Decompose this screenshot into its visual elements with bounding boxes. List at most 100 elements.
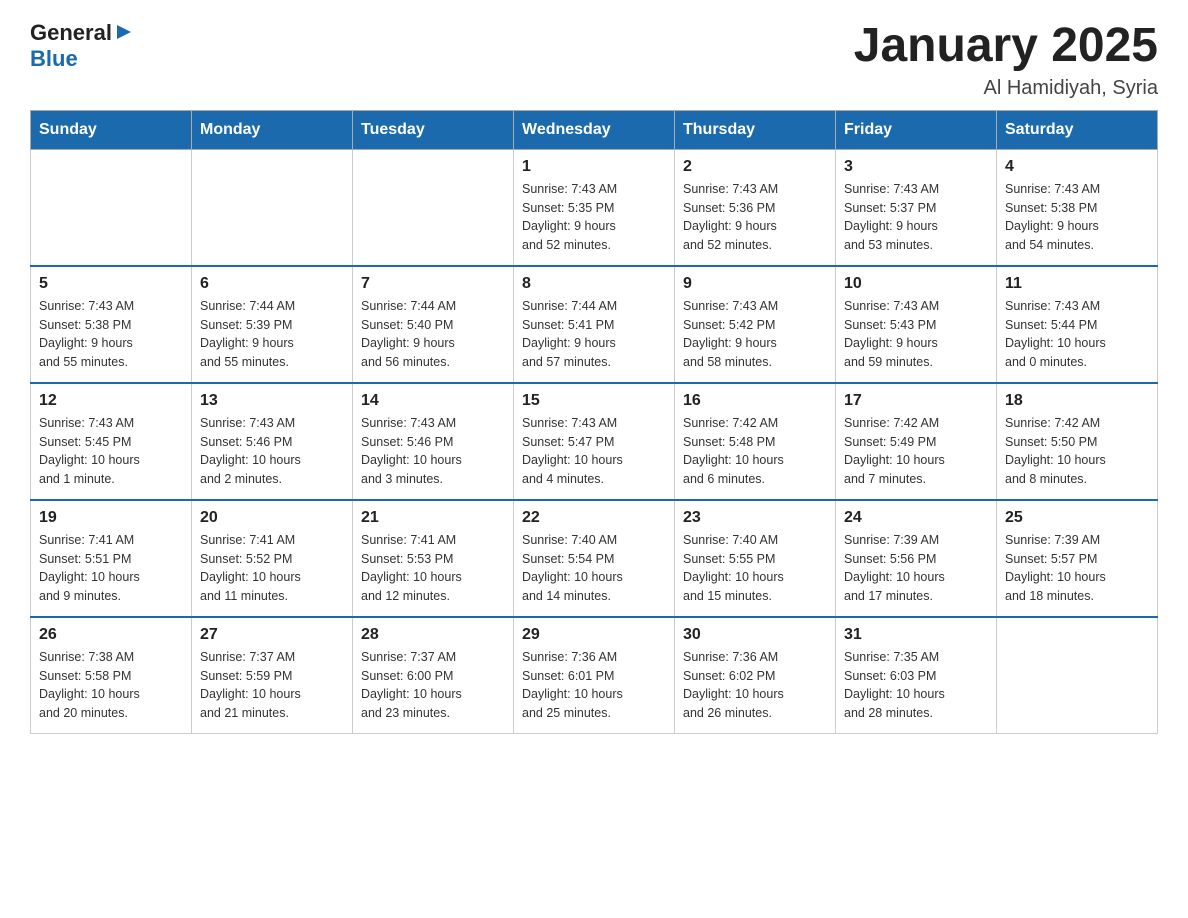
calendar-cell: 6 Sunrise: 7:44 AM Sunset: 5:39 PM Daylig…	[192, 266, 353, 383]
calendar-cell: 25 Sunrise: 7:39 AM Sunset: 5:57 PM Dayli…	[997, 500, 1158, 617]
calendar-cell: 27 Sunrise: 7:37 AM Sunset: 5:59 PM Dayli…	[192, 617, 353, 734]
day-info: Sunrise: 7:43 AM Sunset: 5:44 PM Dayligh…	[1005, 297, 1149, 372]
day-number: 22	[522, 509, 666, 527]
location-subtitle: Al Hamidiyah, Syria	[854, 77, 1158, 100]
day-number: 17	[844, 392, 988, 410]
calendar-table: SundayMondayTuesdayWednesdayThursdayFrid…	[30, 110, 1158, 734]
day-info: Sunrise: 7:40 AM Sunset: 5:54 PM Dayligh…	[522, 531, 666, 606]
calendar-cell: 10 Sunrise: 7:43 AM Sunset: 5:43 PM Dayli…	[836, 266, 997, 383]
calendar-cell: 5Sunrise: 7:43 AM Sunset: 5:38 PM Daylig…	[31, 266, 192, 383]
day-number: 9	[683, 275, 827, 293]
calendar-cell: 11 Sunrise: 7:43 AM Sunset: 5:44 PM Dayli…	[997, 266, 1158, 383]
day-number: 16	[683, 392, 827, 410]
day-info: Sunrise: 7:41 AM Sunset: 5:51 PM Dayligh…	[39, 531, 183, 606]
calendar-cell: 21Sunrise: 7:41 AM Sunset: 5:53 PM Dayli…	[353, 500, 514, 617]
day-info: Sunrise: 7:42 AM Sunset: 5:50 PM Dayligh…	[1005, 414, 1149, 489]
calendar-week-row: 12 Sunrise: 7:43 AM Sunset: 5:45 PM Dayli…	[31, 383, 1158, 500]
calendar-week-row: 26 Sunrise: 7:38 AM Sunset: 5:58 PM Dayli…	[31, 617, 1158, 734]
day-number: 14	[361, 392, 505, 410]
day-of-week-header: Tuesday	[353, 110, 514, 149]
day-number: 25	[1005, 509, 1149, 527]
day-info: Sunrise: 7:43 AM Sunset: 5:45 PM Dayligh…	[39, 414, 183, 489]
day-of-week-header: Friday	[836, 110, 997, 149]
day-info: Sunrise: 7:35 AM Sunset: 6:03 PM Dayligh…	[844, 648, 988, 723]
day-info: Sunrise: 7:37 AM Sunset: 6:00 PM Dayligh…	[361, 648, 505, 723]
calendar-cell: 16 Sunrise: 7:42 AM Sunset: 5:48 PM Dayli…	[675, 383, 836, 500]
calendar-cell: 12 Sunrise: 7:43 AM Sunset: 5:45 PM Dayli…	[31, 383, 192, 500]
calendar-cell: 2Sunrise: 7:43 AM Sunset: 5:36 PM Daylig…	[675, 149, 836, 266]
calendar-cell: 1 Sunrise: 7:43 AM Sunset: 5:35 PM Daylig…	[514, 149, 675, 266]
day-number: 31	[844, 626, 988, 644]
day-number: 10	[844, 275, 988, 293]
day-number: 1	[522, 158, 666, 176]
day-number: 19	[39, 509, 183, 527]
day-of-week-header: Wednesday	[514, 110, 675, 149]
day-number: 30	[683, 626, 827, 644]
day-number: 23	[683, 509, 827, 527]
calendar-cell: 19 Sunrise: 7:41 AM Sunset: 5:51 PM Dayli…	[31, 500, 192, 617]
calendar-week-row: 19 Sunrise: 7:41 AM Sunset: 5:51 PM Dayli…	[31, 500, 1158, 617]
day-number: 3	[844, 158, 988, 176]
logo-arrow-icon	[115, 23, 133, 41]
day-info: Sunrise: 7:43 AM Sunset: 5:38 PM Dayligh…	[1005, 180, 1149, 255]
day-info: Sunrise: 7:39 AM Sunset: 5:57 PM Dayligh…	[1005, 531, 1149, 606]
day-number: 8	[522, 275, 666, 293]
day-number: 11	[1005, 275, 1149, 293]
day-info: Sunrise: 7:43 AM Sunset: 5:35 PM Dayligh…	[522, 180, 666, 255]
day-info: Sunrise: 7:38 AM Sunset: 5:58 PM Dayligh…	[39, 648, 183, 723]
day-info: Sunrise: 7:43 AM Sunset: 5:43 PM Dayligh…	[844, 297, 988, 372]
day-info: Sunrise: 7:42 AM Sunset: 5:49 PM Dayligh…	[844, 414, 988, 489]
calendar-cell: 9 Sunrise: 7:43 AM Sunset: 5:42 PM Daylig…	[675, 266, 836, 383]
calendar-cell: 15Sunrise: 7:43 AM Sunset: 5:47 PM Dayli…	[514, 383, 675, 500]
logo: General Blue	[30, 20, 133, 72]
day-info: Sunrise: 7:36 AM Sunset: 6:01 PM Dayligh…	[522, 648, 666, 723]
calendar-cell: 17 Sunrise: 7:42 AM Sunset: 5:49 PM Dayli…	[836, 383, 997, 500]
day-info: Sunrise: 7:44 AM Sunset: 5:40 PM Dayligh…	[361, 297, 505, 372]
day-number: 27	[200, 626, 344, 644]
day-number: 18	[1005, 392, 1149, 410]
day-info: Sunrise: 7:40 AM Sunset: 5:55 PM Dayligh…	[683, 531, 827, 606]
calendar-cell	[353, 149, 514, 266]
day-number: 15	[522, 392, 666, 410]
day-info: Sunrise: 7:37 AM Sunset: 5:59 PM Dayligh…	[200, 648, 344, 723]
day-number: 4	[1005, 158, 1149, 176]
calendar-cell: 28 Sunrise: 7:37 AM Sunset: 6:00 PM Dayli…	[353, 617, 514, 734]
calendar-cell: 30 Sunrise: 7:36 AM Sunset: 6:02 PM Dayli…	[675, 617, 836, 734]
day-number: 29	[522, 626, 666, 644]
day-info: Sunrise: 7:43 AM Sunset: 5:42 PM Dayligh…	[683, 297, 827, 372]
calendar-cell: 20Sunrise: 7:41 AM Sunset: 5:52 PM Dayli…	[192, 500, 353, 617]
calendar-cell: 3 Sunrise: 7:43 AM Sunset: 5:37 PM Daylig…	[836, 149, 997, 266]
day-info: Sunrise: 7:39 AM Sunset: 5:56 PM Dayligh…	[844, 531, 988, 606]
calendar-cell	[192, 149, 353, 266]
calendar-cell: 22 Sunrise: 7:40 AM Sunset: 5:54 PM Dayli…	[514, 500, 675, 617]
title-block: January 2025 Al Hamidiyah, Syria	[854, 20, 1158, 100]
day-info: Sunrise: 7:42 AM Sunset: 5:48 PM Dayligh…	[683, 414, 827, 489]
calendar-cell	[997, 617, 1158, 734]
day-of-week-header: Sunday	[31, 110, 192, 149]
calendar-cell: 8Sunrise: 7:44 AM Sunset: 5:41 PM Daylig…	[514, 266, 675, 383]
calendar-cell: 24 Sunrise: 7:39 AM Sunset: 5:56 PM Dayli…	[836, 500, 997, 617]
calendar-cell: 13Sunrise: 7:43 AM Sunset: 5:46 PM Dayli…	[192, 383, 353, 500]
day-info: Sunrise: 7:41 AM Sunset: 5:53 PM Dayligh…	[361, 531, 505, 606]
day-number: 7	[361, 275, 505, 293]
day-number: 20	[200, 509, 344, 527]
day-number: 28	[361, 626, 505, 644]
calendar-week-row: 1 Sunrise: 7:43 AM Sunset: 5:35 PM Daylig…	[31, 149, 1158, 266]
calendar-week-row: 5Sunrise: 7:43 AM Sunset: 5:38 PM Daylig…	[31, 266, 1158, 383]
day-info: Sunrise: 7:43 AM Sunset: 5:36 PM Dayligh…	[683, 180, 827, 255]
day-number: 12	[39, 392, 183, 410]
day-of-week-header: Saturday	[997, 110, 1158, 149]
day-info: Sunrise: 7:43 AM Sunset: 5:46 PM Dayligh…	[200, 414, 344, 489]
day-number: 24	[844, 509, 988, 527]
day-number: 6	[200, 275, 344, 293]
day-info: Sunrise: 7:36 AM Sunset: 6:02 PM Dayligh…	[683, 648, 827, 723]
calendar-cell: 14 Sunrise: 7:43 AM Sunset: 5:46 PM Dayli…	[353, 383, 514, 500]
day-info: Sunrise: 7:43 AM Sunset: 5:46 PM Dayligh…	[361, 414, 505, 489]
calendar-cell: 7 Sunrise: 7:44 AM Sunset: 5:40 PM Daylig…	[353, 266, 514, 383]
day-info: Sunrise: 7:44 AM Sunset: 5:39 PM Dayligh…	[200, 297, 344, 372]
page-header: General Blue January 2025 Al Hamidiyah, …	[30, 20, 1158, 100]
day-of-week-header: Thursday	[675, 110, 836, 149]
day-info: Sunrise: 7:43 AM Sunset: 5:37 PM Dayligh…	[844, 180, 988, 255]
day-number: 26	[39, 626, 183, 644]
logo-blue: Blue	[30, 46, 78, 72]
